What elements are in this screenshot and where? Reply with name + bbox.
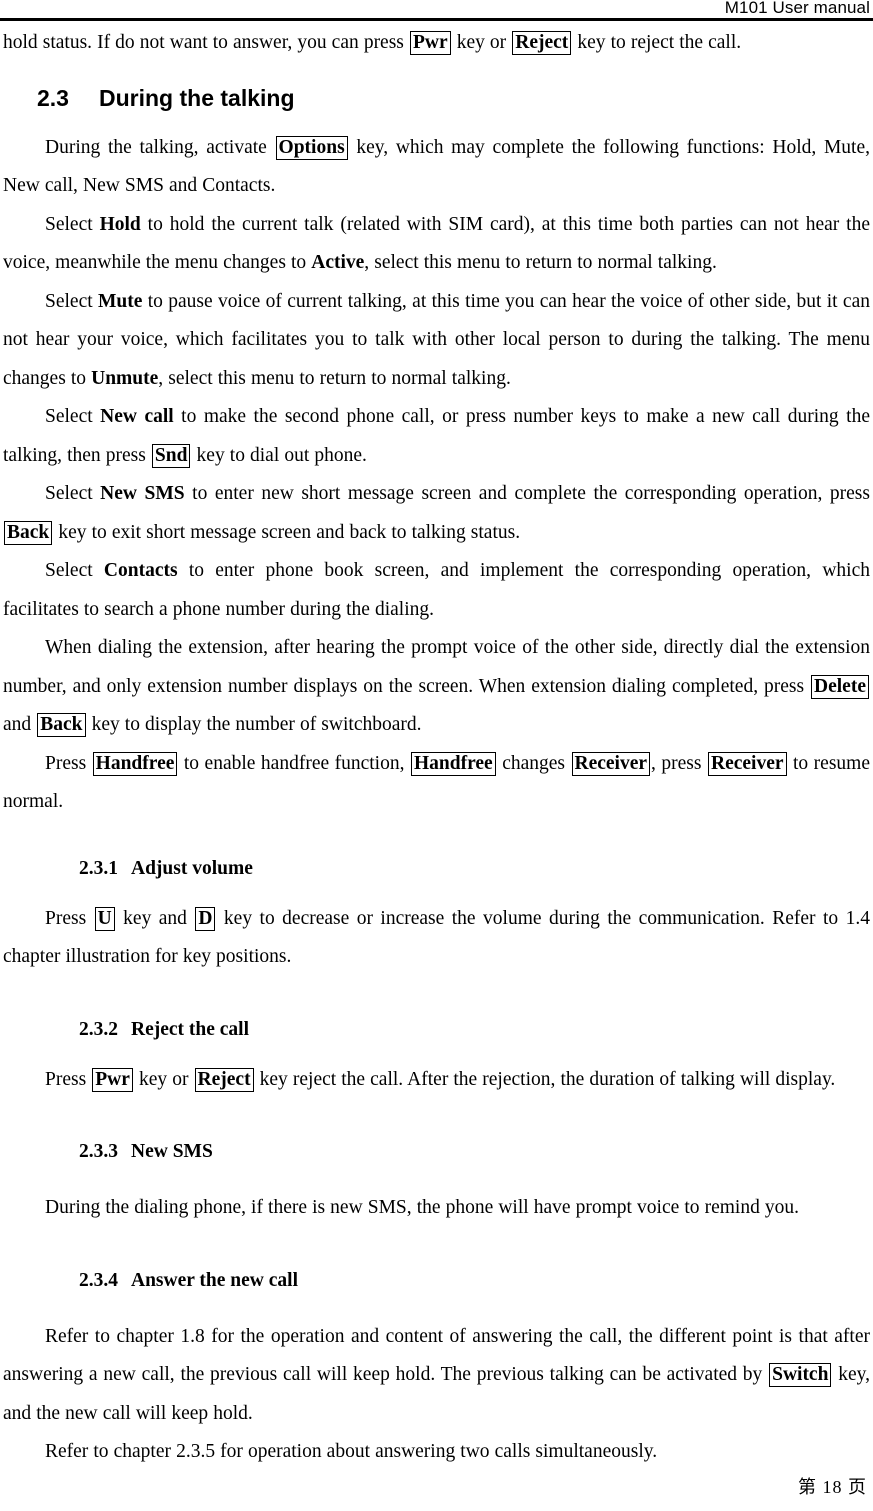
subsection-title: Answer the new call	[131, 1269, 298, 1291]
newsms-text-before: Select	[45, 483, 101, 504]
reject-text-mid: key or	[133, 1068, 194, 1090]
header-divider	[0, 18, 873, 21]
subsection-number: 2.3.1	[79, 857, 118, 879]
handfree-text-mid1: to enable handfree function,	[178, 752, 410, 774]
subsection-heading-2-3-4: 2.3.4 Answer the new call	[3, 1268, 870, 1294]
subsection-number: 2.3.2	[79, 1018, 118, 1040]
extension-text-after: key to display the number of switchboard…	[86, 714, 422, 735]
newcall-text-before: Select	[45, 406, 101, 427]
menu-new-call: New call	[100, 406, 174, 427]
subsection-number: 2.3.4	[79, 1269, 118, 1291]
key-back: Back	[4, 520, 53, 545]
reject-text-after: key reject the call. After the rejection…	[254, 1068, 836, 1090]
key-u: U	[94, 906, 115, 931]
contacts-text-before: Select	[45, 560, 104, 581]
subsection-title: New SMS	[131, 1141, 213, 1162]
menu-new-sms: New SMS	[100, 483, 185, 504]
page-header: M101 User manual	[0, 0, 873, 21]
paragraph-carryover: hold status. If do not want to answer, y…	[3, 24, 870, 63]
extension-text-before: When dialing the extension, after hearin…	[3, 637, 870, 697]
subsection-number: 2.3.3	[79, 1141, 118, 1162]
paragraph-options: During the talking, activate Options key…	[3, 129, 870, 206]
newsms-text-after: key to exit short message screen and bac…	[53, 521, 521, 543]
key-snd: Snd	[151, 443, 191, 468]
paragraph-answer-reference: Refer to chapter 2.3.5 for operation abo…	[45, 1441, 658, 1462]
subsection-heading-2-3-1: 2.3.1 Adjust volume	[3, 856, 870, 882]
key-back-2: Back	[37, 713, 86, 737]
volume-text-mid: key and	[115, 907, 195, 929]
paragraph-handfree: Press Handfree to enable handfree functi…	[3, 745, 870, 822]
newcall-text-after: key to dial out phone.	[191, 444, 367, 466]
paragraph-extension: When dialing the extension, after hearin…	[3, 629, 870, 745]
subsection-heading-2-3-2: 2.3.2 Reject the call	[3, 1017, 870, 1043]
answer-text-before: Refer to chapter 1.8 for the operation a…	[3, 1325, 870, 1386]
paragraph-contacts: Select Contacts to enter phone book scre…	[3, 552, 870, 629]
volume-text-before: Press	[45, 907, 94, 929]
key-switch: Switch	[769, 1363, 832, 1387]
key-pwr: Pwr	[409, 31, 451, 55]
key-pwr-2: Pwr	[92, 1067, 133, 1092]
handfree-text-before: Press	[45, 752, 92, 774]
header-title: M101 User manual	[724, 0, 870, 17]
newsms-text-mid: to enter new short message screen and co…	[184, 483, 870, 504]
handfree-text-mid2: changes	[496, 752, 571, 774]
key-receiver: Receiver	[571, 751, 651, 776]
options-text-before: During the talking, activate	[45, 136, 275, 158]
extension-text-mid: and	[3, 714, 37, 735]
hold-text-before: Select	[45, 213, 100, 235]
paragraph-answer-new-call: Refer to chapter 1.8 for the operation a…	[3, 1318, 870, 1434]
key-options: Options	[275, 135, 348, 160]
menu-hold: Hold	[99, 213, 141, 235]
key-receiver-2: Receiver	[707, 751, 787, 776]
page-content: hold status. If do not want to answer, y…	[3, 24, 870, 1472]
hold-text-after: , select this menu to return to normal t…	[364, 252, 717, 273]
menu-mute: Mute	[98, 290, 143, 312]
section-number: 2.3	[37, 84, 69, 111]
key-handfree: Handfree	[92, 751, 178, 776]
reject-text-before: Press	[45, 1068, 92, 1090]
page-footer: 第 18 页	[0, 1475, 867, 1499]
paragraph-new-call: Select New call to make the second phone…	[3, 398, 870, 475]
section-title: During the talking	[99, 84, 295, 111]
key-reject: Reject	[512, 31, 572, 55]
carryover-text-before: hold status. If do not want to answer, y…	[3, 32, 409, 53]
carryover-text-mid: key or	[451, 32, 512, 53]
key-delete: Delete	[811, 674, 869, 699]
menu-unmute: Unmute	[91, 367, 159, 389]
key-handfree-2: Handfree	[410, 751, 496, 776]
paragraph-reject-call: Press Pwr key or Reject key reject the c…	[3, 1061, 870, 1100]
handfree-text-mid3: , press	[651, 752, 707, 774]
key-d: D	[195, 906, 216, 931]
paragraph-new-sms: Select New SMS to enter new short messag…	[3, 475, 870, 552]
mute-text-before: Select	[45, 290, 98, 312]
mute-text-after: , select this menu to return to normal t…	[158, 367, 511, 389]
paragraph-hold: Select Hold to hold the current talk (re…	[3, 206, 870, 283]
paragraph-adjust-volume: Press U key and D key to decrease or inc…	[3, 900, 870, 977]
paragraph-new-sms-body: During the dialing phone, if there is ne…	[45, 1197, 800, 1218]
menu-active: Active	[311, 252, 365, 273]
footer-page-label: 第 18 页	[798, 1477, 867, 1497]
menu-contacts: Contacts	[103, 560, 178, 581]
paragraph-mute: Select Mute to pause voice of current ta…	[3, 283, 870, 399]
carryover-text-after: key to reject the call.	[572, 32, 742, 53]
section-heading-2-3: 2.3 During the talking	[3, 83, 870, 113]
document-page: M101 User manual hold status. If do not …	[0, 0, 873, 1511]
subsection-title: Reject the call	[131, 1018, 250, 1040]
subsection-title: Adjust volume	[131, 857, 253, 879]
key-reject-2: Reject	[194, 1067, 254, 1092]
subsection-heading-2-3-3: 2.3.3 New SMS	[3, 1139, 870, 1165]
